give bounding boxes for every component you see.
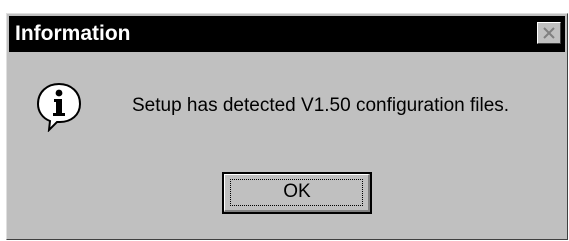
- title-bar[interactable]: Information: [9, 16, 565, 52]
- close-icon: [543, 27, 555, 39]
- information-icon: [36, 82, 82, 132]
- information-dialog: Information Setup has detected V1.50 con…: [6, 13, 568, 240]
- window-title: Information: [15, 22, 131, 45]
- close-button[interactable]: [537, 22, 561, 44]
- message-text: Setup has detected V1.50 configuration f…: [132, 95, 510, 116]
- ok-button[interactable]: OK: [222, 172, 372, 214]
- ok-button-label: OK: [283, 181, 311, 202]
